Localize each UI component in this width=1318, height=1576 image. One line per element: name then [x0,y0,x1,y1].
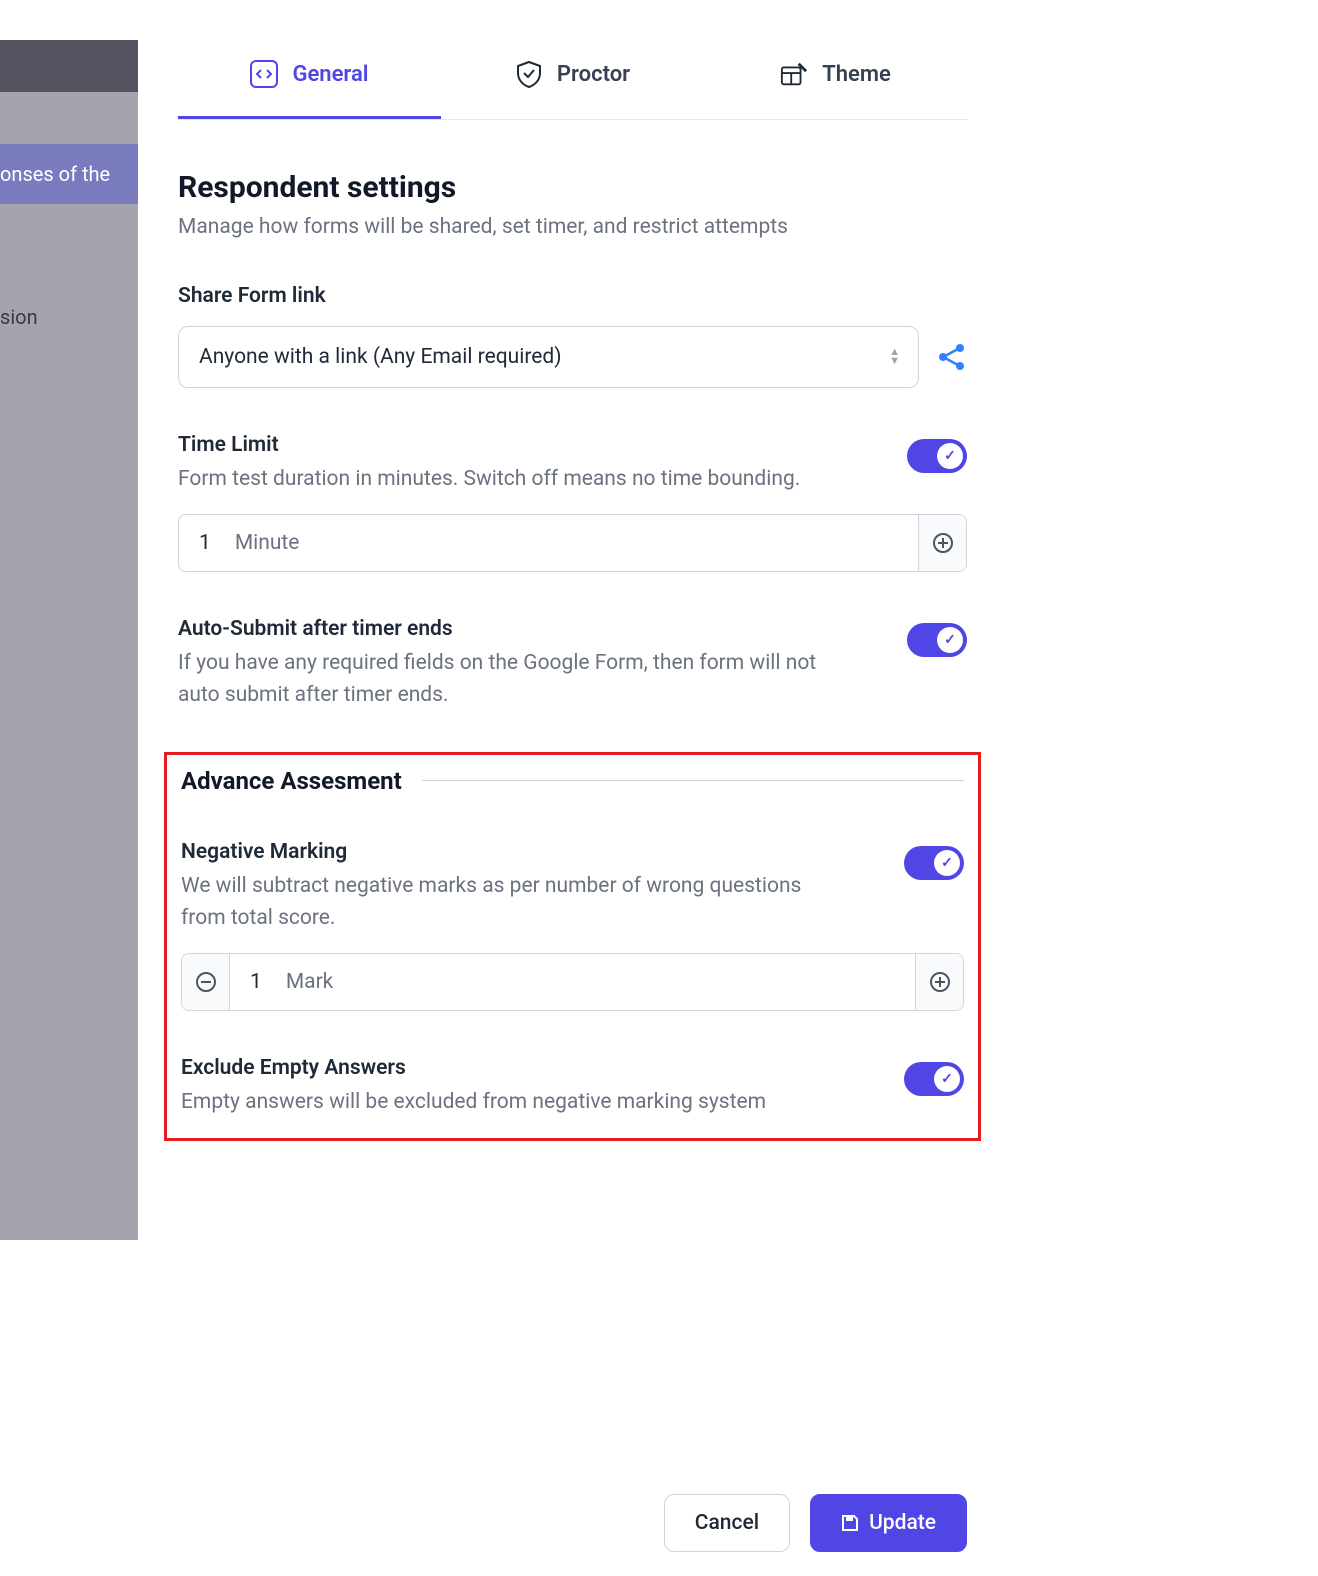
divider-line [422,780,964,781]
time-limit-unit: Minute [235,531,300,555]
tab-label: General [292,62,368,87]
time-limit-toggle[interactable]: ✓ [907,439,967,473]
chevron-updown-icon: ▲▼ [889,348,900,366]
cancel-label: Cancel [695,1511,759,1535]
negative-marking-decrement[interactable] [182,954,230,1010]
time-limit-stepper: 1 Minute [178,514,967,572]
backdrop-panel: onses of the sion [0,40,138,1240]
update-label: Update [869,1511,936,1535]
exclude-empty-label: Exclude Empty Answers [181,1056,884,1080]
share-form-selected-value: Anyone with a link (Any Email required) [199,345,562,369]
time-limit-block: Time Limit Form test duration in minutes… [178,433,967,572]
check-icon: ✓ [934,1066,960,1092]
share-form-label: Share Form link [178,284,967,308]
negative-marking-block: Negative Marking We will subtract negati… [181,840,964,1011]
time-limit-increment[interactable] [918,515,966,571]
advance-assessment-heading: Advance Assesment [181,767,964,795]
negative-marking-unit: Mark [286,970,334,994]
cancel-button[interactable]: Cancel [664,1494,790,1552]
settings-panel: General Proctor Theme Respondent setting… [138,40,1007,1241]
backdrop-row: sion [0,305,138,335]
save-icon [841,1514,859,1532]
exclude-empty-block: Exclude Empty Answers Empty answers will… [181,1056,964,1119]
theme-icon [780,60,808,88]
update-button[interactable]: Update [810,1494,967,1552]
share-form-block: Share Form link Anyone with a link (Any … [178,284,967,388]
tab-proctor[interactable]: Proctor [441,40,704,119]
time-limit-label: Time Limit [178,433,887,457]
auto-submit-desc: If you have any required fields on the G… [178,647,838,712]
code-icon [250,60,278,88]
tabs-bar: General Proctor Theme [178,40,967,120]
negative-marking-value: 1 [250,970,262,994]
shield-check-icon [515,60,543,88]
advance-heading-text: Advance Assesment [181,767,402,795]
advance-assessment-highlight: Advance Assesment Negative Marking We wi… [164,752,981,1142]
time-limit-value: 1 [199,531,211,555]
exclude-empty-toggle[interactable]: ✓ [904,1062,964,1096]
negative-marking-increment[interactable] [915,954,963,1010]
tab-theme[interactable]: Theme [704,40,967,119]
share-icon[interactable] [937,342,967,372]
check-icon: ✓ [937,627,963,653]
respondent-settings-subtitle: Manage how forms will be shared, set tim… [178,215,967,239]
auto-submit-block: Auto-Submit after timer ends If you have… [178,617,967,712]
tab-general[interactable]: General [178,40,441,119]
auto-submit-toggle[interactable]: ✓ [907,623,967,657]
respondent-settings-title: Respondent settings [178,170,967,205]
check-icon: ✓ [934,850,960,876]
negative-marking-toggle[interactable]: ✓ [904,846,964,880]
share-form-select[interactable]: Anyone with a link (Any Email required) … [178,326,919,388]
negative-marking-label: Negative Marking [181,840,884,864]
auto-submit-label: Auto-Submit after timer ends [178,617,887,641]
exclude-empty-desc: Empty answers will be excluded from nega… [181,1086,884,1119]
negative-marking-desc: We will subtract negative marks as per n… [181,870,841,935]
footer-actions: Cancel Update [138,1474,1007,1576]
negative-marking-stepper: 1 Mark [181,953,964,1011]
backdrop-header [0,40,138,92]
backdrop-active-row: onses of the [0,144,138,204]
time-limit-desc: Form test duration in minutes. Switch of… [178,463,838,496]
check-icon: ✓ [937,443,963,469]
tab-label: Theme [822,62,891,87]
tab-label: Proctor [557,62,630,87]
